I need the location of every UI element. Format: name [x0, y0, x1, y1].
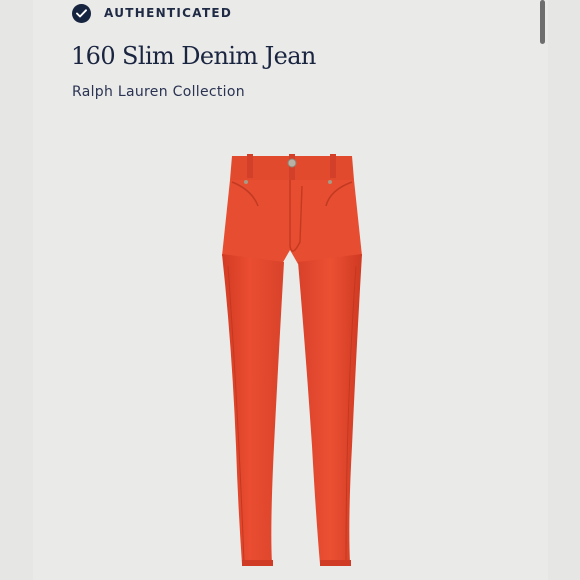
listing-page: AUTHENTICATED 160 Slim Denim Jean Ralph … [0, 0, 580, 580]
authenticated-label: AUTHENTICATED [104, 6, 233, 20]
product-title: 160 Slim Denim Jean [71, 42, 316, 70]
authenticated-badge: AUTHENTICATED [72, 2, 232, 24]
right-margin [548, 0, 580, 580]
left-margin [0, 0, 33, 580]
product-image[interactable] [180, 146, 400, 580]
brand-name[interactable]: Ralph Lauren Collection [72, 84, 245, 100]
check-circle-icon [72, 3, 91, 23]
scrollbar-thumb[interactable] [540, 0, 545, 44]
